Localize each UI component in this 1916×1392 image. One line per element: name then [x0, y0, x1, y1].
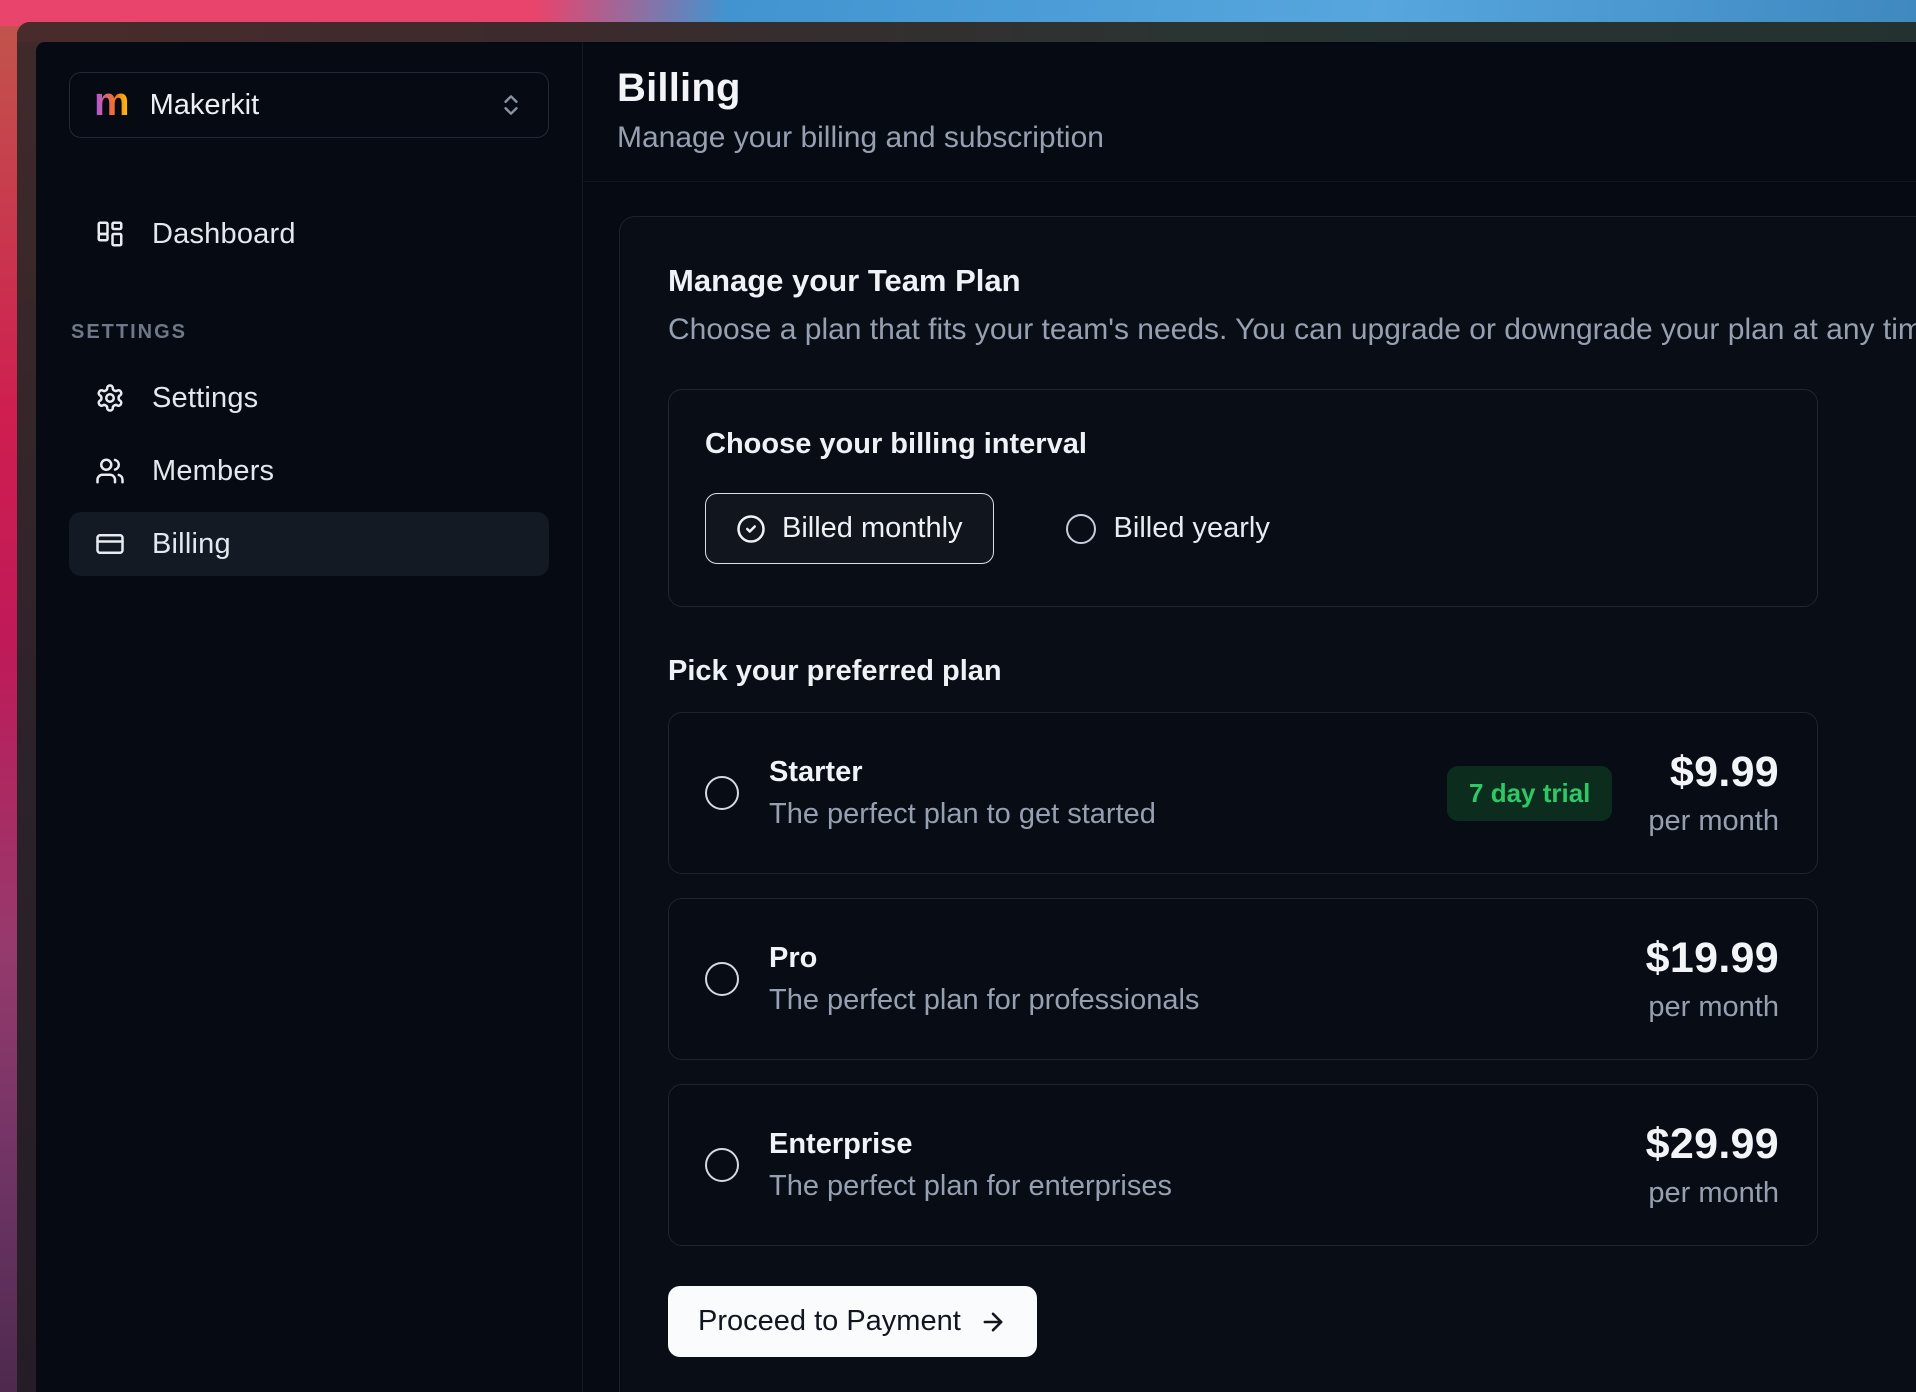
plan-row-starter[interactable]: Starter The perfect plan to get started … — [668, 712, 1818, 874]
interval-heading: Choose your billing interval — [705, 428, 1781, 461]
plan-price: $29.99 — [1646, 1120, 1779, 1169]
sidebar-section-settings: SETTINGS — [71, 321, 549, 344]
sidebar-item-label: Billing — [152, 528, 231, 561]
interval-options: Billed monthly Billed yearly — [705, 493, 1781, 564]
sidebar-item-label: Dashboard — [152, 218, 296, 251]
plan-right: 7 day trial $9.99 per month — [1447, 748, 1779, 838]
sidebar-item-dashboard[interactable]: Dashboard — [69, 202, 549, 266]
plan-description: The perfect plan for professionals — [769, 984, 1199, 1017]
workspace-selector[interactable]: m Makerkit — [69, 72, 549, 138]
gear-icon — [95, 383, 125, 413]
sidebar-item-billing[interactable]: Billing — [69, 512, 549, 576]
radio-circle-icon — [1066, 514, 1096, 544]
page-subtitle: Manage your billing and subscription — [617, 121, 1876, 155]
plan-period: per month — [1648, 805, 1779, 838]
sidebar-item-members[interactable]: Members — [69, 439, 549, 503]
app-window: m Makerkit Dashboard SETTINGS — [17, 22, 1916, 1392]
plan-name: Enterprise — [769, 1128, 1172, 1161]
team-plan-card: Manage your Team Plan Choose a plan that… — [619, 216, 1916, 1392]
billing-interval-box: Choose your billing interval Billed mont… — [668, 389, 1818, 607]
arrow-right-icon — [979, 1308, 1007, 1336]
plan-row-pro[interactable]: Pro The perfect plan for professionals $… — [668, 898, 1818, 1060]
plan-period: per month — [1646, 991, 1779, 1024]
card-title: Manage your Team Plan — [668, 263, 1916, 299]
app-surface: m Makerkit Dashboard SETTINGS — [36, 42, 1916, 1392]
plan-price-block: $9.99 per month — [1648, 748, 1779, 838]
plan-description: The perfect plan for enterprises — [769, 1170, 1172, 1203]
interval-option-label: Billed monthly — [782, 512, 963, 545]
workspace-name: Makerkit — [150, 89, 260, 122]
plan-price-block: $19.99 per month — [1646, 934, 1779, 1024]
sidebar-item-settings[interactable]: Settings — [69, 366, 549, 430]
interval-option-label: Billed yearly — [1114, 512, 1270, 545]
plan-price: $9.99 — [1648, 748, 1779, 797]
sidebar: m Makerkit Dashboard SETTINGS — [36, 42, 583, 1392]
plan-period: per month — [1646, 1177, 1779, 1210]
sidebar-nav: Dashboard SETTINGS Settings Members — [69, 202, 549, 585]
sidebar-item-label: Members — [152, 455, 274, 488]
users-icon — [95, 456, 125, 486]
makerkit-logo: m — [94, 82, 130, 122]
plan-row-enterprise[interactable]: Enterprise The perfect plan for enterpri… — [668, 1084, 1818, 1246]
radio-circle-icon[interactable] — [705, 776, 739, 810]
circle-check-icon — [736, 514, 766, 544]
plan-name: Starter — [769, 756, 1156, 789]
credit-card-icon — [95, 529, 125, 559]
radio-circle-icon[interactable] — [705, 1148, 739, 1182]
plan-price: $19.99 — [1646, 934, 1779, 983]
plan-description: The perfect plan to get started — [769, 798, 1156, 831]
plan-name: Pro — [769, 942, 1199, 975]
chevrons-up-down-icon — [498, 92, 524, 118]
interval-option-yearly[interactable]: Billed yearly — [1066, 512, 1270, 545]
content-area: Manage your Team Plan Choose a plan that… — [583, 182, 1916, 1392]
plan-info: Enterprise The perfect plan for enterpri… — [769, 1128, 1172, 1203]
proceed-to-payment-label: Proceed to Payment — [698, 1305, 961, 1338]
plan-info: Starter The perfect plan to get started — [769, 756, 1156, 831]
page-title: Billing — [617, 66, 1876, 111]
plans-heading: Pick your preferred plan — [668, 655, 1916, 688]
plan-right: $29.99 per month — [1646, 1120, 1779, 1210]
main-content: Billing Manage your billing and subscrip… — [583, 42, 1916, 1392]
page-header: Billing Manage your billing and subscrip… — [583, 42, 1916, 182]
plan-info: Pro The perfect plan for professionals — [769, 942, 1199, 1017]
plan-right: $19.99 per month — [1646, 934, 1779, 1024]
interval-option-monthly[interactable]: Billed monthly — [705, 493, 994, 564]
trial-badge: 7 day trial — [1447, 766, 1612, 821]
dashboard-icon — [95, 219, 125, 249]
card-description: Choose a plan that fits your team's need… — [668, 313, 1916, 347]
radio-circle-icon[interactable] — [705, 962, 739, 996]
plan-price-block: $29.99 per month — [1646, 1120, 1779, 1210]
sidebar-item-label: Settings — [152, 382, 258, 415]
proceed-to-payment-button[interactable]: Proceed to Payment — [668, 1286, 1037, 1357]
